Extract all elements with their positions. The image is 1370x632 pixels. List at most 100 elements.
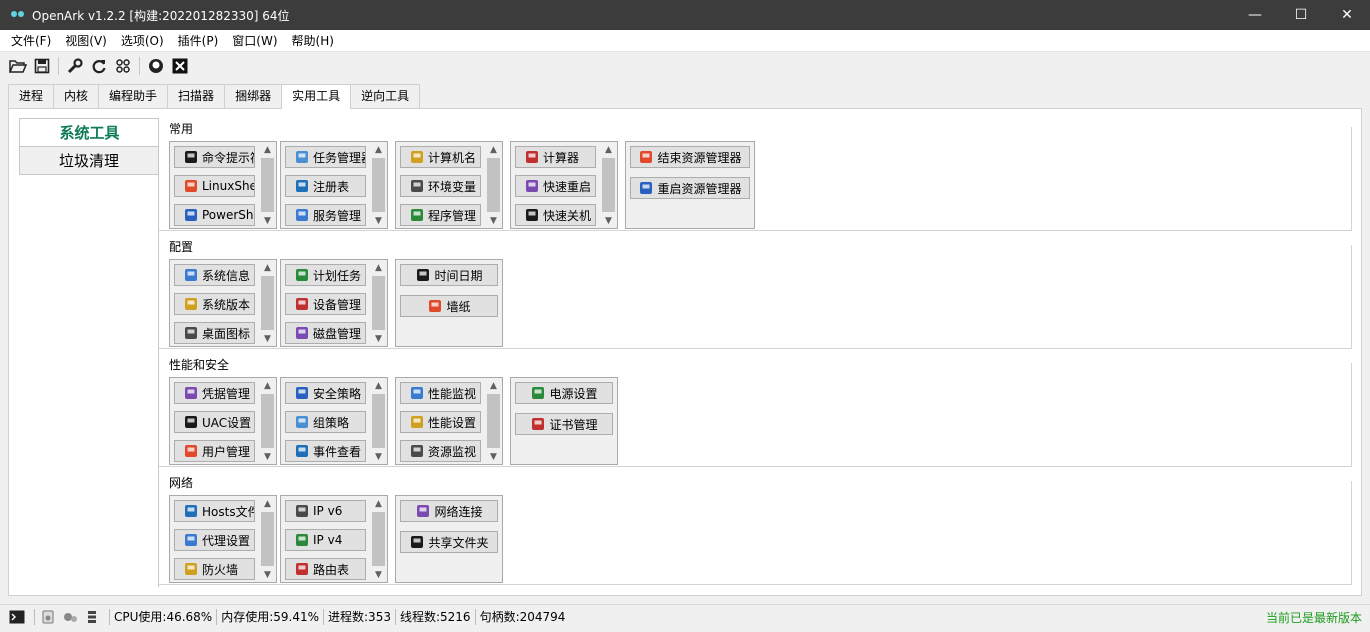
tool-button[interactable]: UAC设置 xyxy=(174,411,255,433)
tool-button[interactable]: 快速重启 xyxy=(515,175,596,197)
tool-button[interactable]: PowerShell xyxy=(174,204,255,226)
tool-button[interactable]: 性能监视 xyxy=(400,382,481,404)
menu-window[interactable]: 窗口(W) xyxy=(225,30,284,52)
tool-button[interactable]: 环境变量 xyxy=(400,175,481,197)
tool-button[interactable]: 结束资源管理器 xyxy=(630,146,750,168)
tool-button[interactable]: 命令提示符 xyxy=(174,146,255,168)
panel-scrollbar[interactable]: ▲ ▼ xyxy=(259,260,276,346)
panel-scrollbar[interactable]: ▲ ▼ xyxy=(485,142,502,228)
tool-button[interactable]: 磁盘管理 xyxy=(285,322,366,344)
tool-button[interactable]: 墙纸 xyxy=(400,295,498,317)
panel-scrollbar[interactable]: ▲ ▼ xyxy=(259,142,276,228)
tool-button[interactable]: 共享文件夹 xyxy=(400,531,498,553)
refresh-icon[interactable] xyxy=(89,56,109,76)
tool-button[interactable]: 代理设置 xyxy=(174,529,255,551)
tab-scanner[interactable]: 扫描器 xyxy=(167,84,226,108)
tab-reverse[interactable]: 逆向工具 xyxy=(350,84,421,108)
save-icon[interactable] xyxy=(32,56,52,76)
tool-button[interactable]: 防火墙 xyxy=(174,558,255,580)
tool-button[interactable]: 组策略 xyxy=(285,411,366,433)
tool-button[interactable]: 事件查看 xyxy=(285,440,366,462)
scroll-thumb[interactable] xyxy=(261,158,274,212)
side-item-system-tools[interactable]: 系统工具 xyxy=(19,118,159,147)
scroll-up-icon[interactable]: ▲ xyxy=(370,260,387,275)
scroll-down-icon[interactable]: ▼ xyxy=(370,567,387,582)
tool-button[interactable]: 系统信息 xyxy=(174,264,255,286)
minimize-button[interactable]: — xyxy=(1232,0,1278,30)
wrench-icon[interactable] xyxy=(65,56,85,76)
tool-button[interactable]: 性能设置 xyxy=(400,411,481,433)
panel-scrollbar[interactable]: ▲ ▼ xyxy=(259,496,276,582)
disk-status-icon[interactable] xyxy=(39,609,57,625)
exit-icon[interactable] xyxy=(170,56,190,76)
tool-button[interactable]: 时间日期 xyxy=(400,264,498,286)
scroll-up-icon[interactable]: ▲ xyxy=(259,260,276,275)
tool-button[interactable]: 注册表 xyxy=(285,175,366,197)
maximize-button[interactable]: ☐ xyxy=(1278,0,1324,30)
scroll-thumb[interactable] xyxy=(372,158,385,212)
tab-utilities[interactable]: 实用工具 xyxy=(281,84,352,109)
grid-icon[interactable] xyxy=(113,56,133,76)
panel-scrollbar[interactable]: ▲ ▼ xyxy=(370,260,387,346)
tool-button[interactable]: LinuxShell xyxy=(174,175,255,197)
tab-coder[interactable]: 编程助手 xyxy=(98,84,169,108)
scroll-thumb[interactable] xyxy=(261,394,274,448)
tool-button[interactable]: 证书管理 xyxy=(515,413,613,435)
scroll-down-icon[interactable]: ▼ xyxy=(370,213,387,228)
tool-button[interactable]: 计算机名 xyxy=(400,146,481,168)
tool-button[interactable]: 设备管理 xyxy=(285,293,366,315)
menu-options[interactable]: 选项(O) xyxy=(114,30,171,52)
scroll-thumb[interactable] xyxy=(261,276,274,330)
gear-status-icon[interactable] xyxy=(61,609,79,625)
tab-bundler[interactable]: 捆绑器 xyxy=(224,84,283,108)
scroll-thumb[interactable] xyxy=(487,158,500,212)
scroll-up-icon[interactable]: ▲ xyxy=(370,142,387,157)
tool-button[interactable]: 重启资源管理器 xyxy=(630,177,750,199)
tab-kernel[interactable]: 内核 xyxy=(53,84,100,108)
menu-view[interactable]: 视图(V) xyxy=(58,30,114,52)
scroll-down-icon[interactable]: ▼ xyxy=(259,567,276,582)
tool-button[interactable]: 电源设置 xyxy=(515,382,613,404)
scroll-up-icon[interactable]: ▲ xyxy=(259,142,276,157)
tool-button[interactable]: 桌面图标 xyxy=(174,322,255,344)
tool-button[interactable]: 程序管理 xyxy=(400,204,481,226)
panel-scrollbar[interactable]: ▲ ▼ xyxy=(370,142,387,228)
menu-help[interactable]: 帮助(H) xyxy=(285,30,341,52)
menu-plugins[interactable]: 插件(P) xyxy=(171,30,226,52)
tool-button[interactable]: 系统版本 xyxy=(174,293,255,315)
tool-button[interactable]: 任务管理器 xyxy=(285,146,366,168)
open-icon[interactable] xyxy=(8,56,28,76)
github-icon[interactable] xyxy=(146,56,166,76)
panel-scrollbar[interactable]: ▲ ▼ xyxy=(600,142,617,228)
tool-button[interactable]: 网络连接 xyxy=(400,500,498,522)
tool-button[interactable]: 计算器 xyxy=(515,146,596,168)
tool-button[interactable]: 服务管理 xyxy=(285,204,366,226)
scroll-thumb[interactable] xyxy=(261,512,274,566)
scroll-thumb[interactable] xyxy=(372,394,385,448)
tool-button[interactable]: 安全策略 xyxy=(285,382,366,404)
scroll-down-icon[interactable]: ▼ xyxy=(370,331,387,346)
tool-button[interactable]: 快速关机 xyxy=(515,204,596,226)
tool-button[interactable]: 路由表 xyxy=(285,558,366,580)
scroll-thumb[interactable] xyxy=(487,394,500,448)
console-icon[interactable] xyxy=(8,609,26,625)
menu-file[interactable]: 文件(F) xyxy=(4,30,58,52)
tool-button[interactable]: 资源监视 xyxy=(400,440,481,462)
tool-button[interactable]: 用户管理 xyxy=(174,440,255,462)
side-item-junk-cleaner[interactable]: 垃圾清理 xyxy=(19,146,159,175)
scroll-thumb[interactable] xyxy=(602,158,615,212)
scroll-thumb[interactable] xyxy=(372,276,385,330)
scroll-down-icon[interactable]: ▼ xyxy=(259,331,276,346)
panel-scrollbar[interactable]: ▲ ▼ xyxy=(259,378,276,464)
scroll-up-icon[interactable]: ▲ xyxy=(600,142,617,157)
scroll-up-icon[interactable]: ▲ xyxy=(259,496,276,511)
tool-button[interactable]: 计划任务 xyxy=(285,264,366,286)
scroll-up-icon[interactable]: ▲ xyxy=(370,378,387,393)
tab-process[interactable]: 进程 xyxy=(8,84,55,108)
scroll-up-icon[interactable]: ▲ xyxy=(259,378,276,393)
panel-scrollbar[interactable]: ▲ ▼ xyxy=(485,378,502,464)
close-button[interactable]: ✕ xyxy=(1324,0,1370,30)
scroll-thumb[interactable] xyxy=(372,512,385,566)
scroll-down-icon[interactable]: ▼ xyxy=(485,213,502,228)
tool-button[interactable]: 凭据管理 xyxy=(174,382,255,404)
